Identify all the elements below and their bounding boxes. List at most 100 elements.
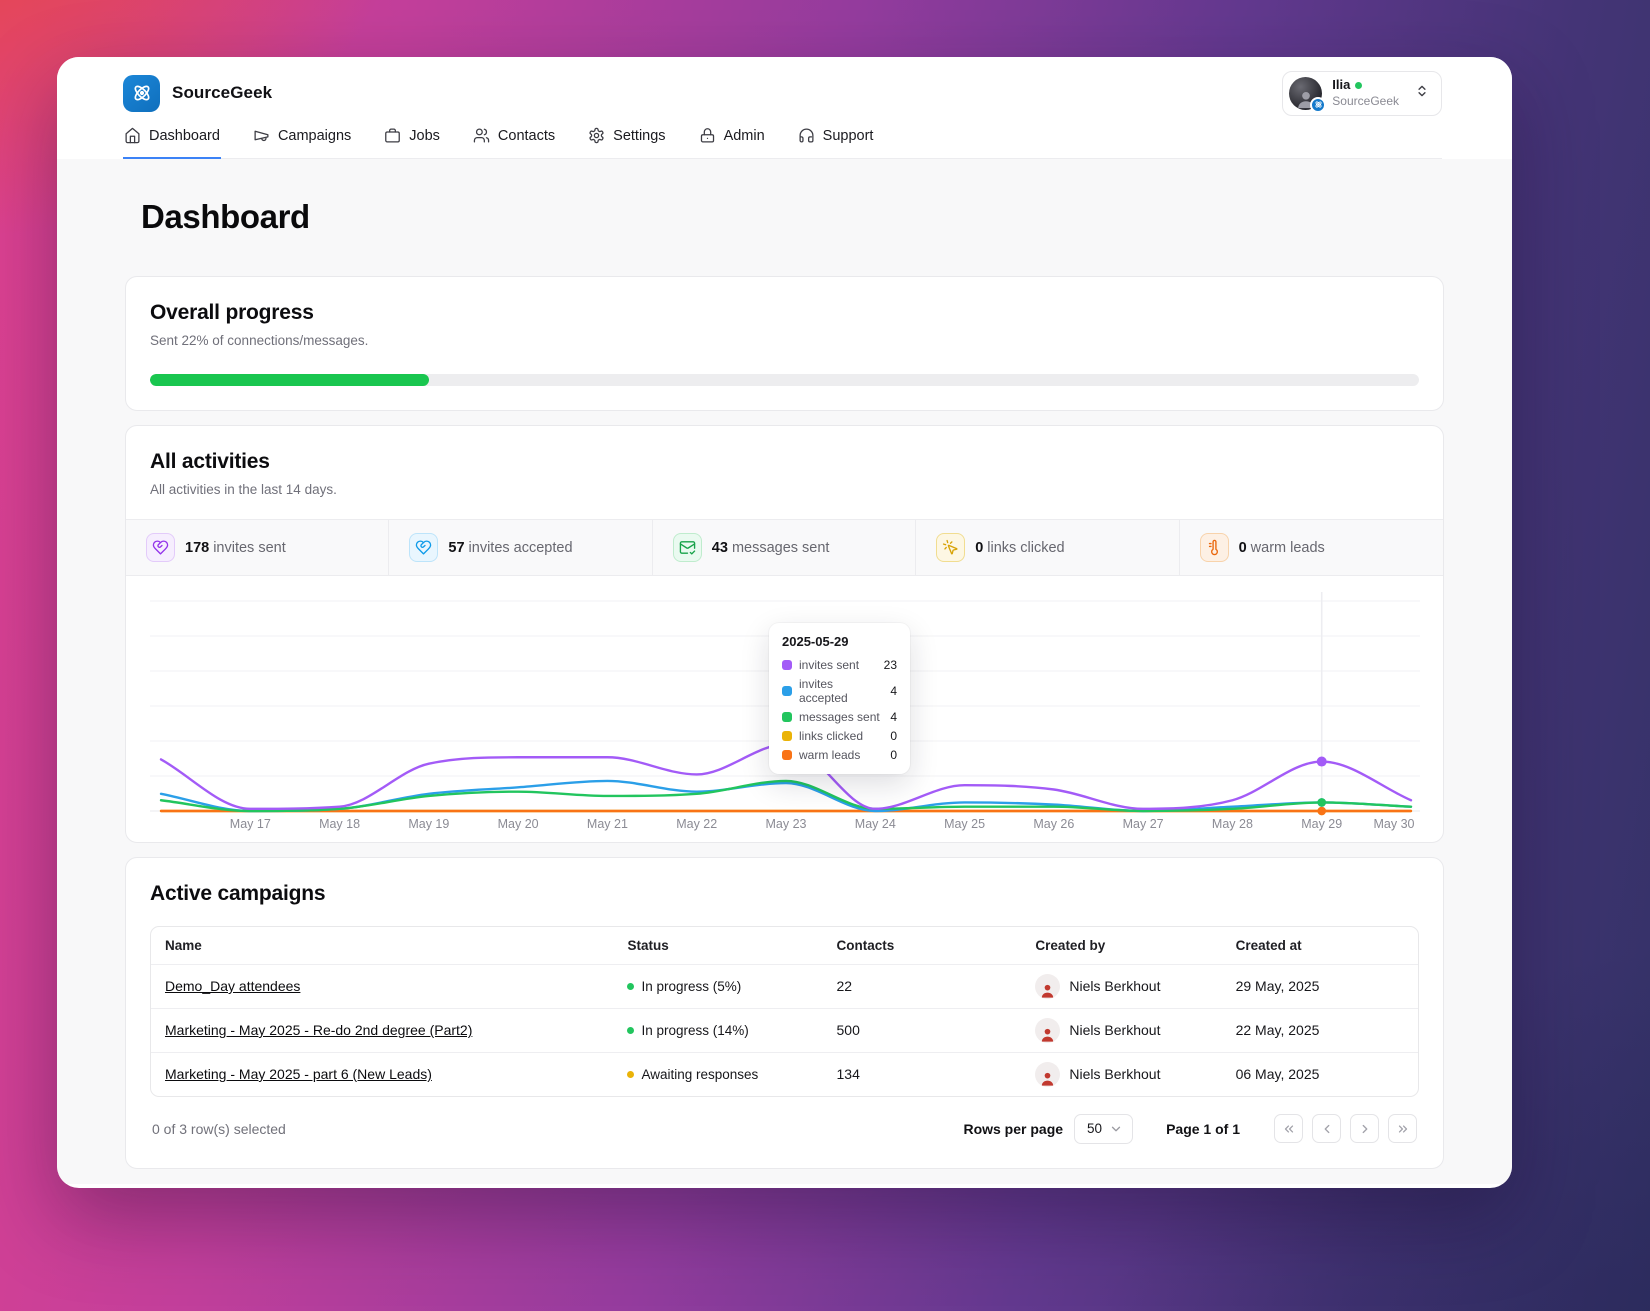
tab-campaigns[interactable]: Campaigns [252, 127, 352, 159]
tab-support[interactable]: Support [797, 127, 875, 159]
active-campaigns-card: Active campaigns Name Status Contacts Cr… [125, 857, 1444, 1169]
tooltip-series-value: 4 [890, 710, 897, 724]
tab-contacts[interactable]: Contacts [472, 127, 556, 159]
series-swatch [782, 731, 792, 741]
series-swatch [782, 686, 792, 696]
table-row[interactable]: Marketing - May 2025 - part 6 (New Leads… [151, 1051, 1418, 1096]
chevrons-up-down-icon [1415, 84, 1429, 103]
status-badge: In progress (14%) [627, 1023, 808, 1038]
tab-dashboard[interactable]: Dashboard [123, 127, 221, 159]
series-swatch [782, 660, 792, 670]
brand-name: SourceGeek [172, 83, 273, 102]
all-activities-card: All activities All activities in the las… [125, 425, 1444, 843]
contacts-count: 134 [822, 1051, 1022, 1096]
stat-warm-leads: 0 warm leads [1180, 520, 1443, 575]
all-activities-title: All activities [150, 450, 270, 473]
page-content: Dashboard Overall progress Sent 22% of c… [57, 159, 1512, 1184]
app-header: SourceGeek Ilia SourceGeek Dashboard Cam… [57, 57, 1512, 159]
user-name: Ilia [1332, 77, 1351, 93]
page-indicator: Page 1 of 1 [1166, 1120, 1240, 1137]
stat-label: invites sent [213, 539, 286, 556]
created-date: 22 May, 2025 [1221, 1007, 1418, 1052]
svg-text:May 21: May 21 [587, 817, 628, 831]
tooltip-series-label: invites sent [799, 658, 860, 672]
status-badge: In progress (5%) [627, 979, 808, 994]
tab-settings[interactable]: Settings [587, 127, 666, 159]
overall-progress-card: Overall progress Sent 22% of connections… [125, 276, 1444, 411]
activity-chart: May 17 May 18 May 19 May 20 May 21 May 22 May … [126, 576, 1443, 842]
tooltip-date: 2025-05-29 [782, 634, 849, 649]
stat-label: links clicked [987, 539, 1065, 556]
tooltip-series-value: 23 [883, 658, 897, 672]
overall-progress-title: Overall progress [150, 301, 314, 324]
col-name: Name [165, 937, 202, 953]
svg-text:May 20: May 20 [498, 817, 539, 831]
cursor-click-icon [936, 533, 966, 562]
series-swatch [782, 750, 792, 760]
heart-handshake-icon [409, 533, 439, 562]
next-page-button[interactable] [1350, 1114, 1379, 1143]
creator-name: Niels Berkhout [1069, 978, 1161, 994]
gear-icon [588, 127, 605, 144]
stat-label: warm leads [1250, 539, 1325, 556]
active-campaigns-title: Active campaigns [150, 882, 326, 905]
campaign-link[interactable]: Marketing - May 2025 - Re-do 2nd degree … [165, 1022, 472, 1038]
overall-progress-subtitle: Sent 22% of connections/messages. [150, 333, 369, 348]
brand: SourceGeek [123, 74, 273, 112]
app-window: SourceGeek Ilia SourceGeek Dashboard Cam… [57, 57, 1512, 1188]
campaign-link[interactable]: Demo_Day attendees [165, 978, 300, 994]
svg-text:May 26: May 26 [1033, 817, 1074, 831]
thermometer-icon [1199, 533, 1229, 562]
svg-text:May 29: May 29 [1301, 817, 1342, 831]
svg-text:May 28: May 28 [1212, 817, 1253, 831]
table-row[interactable]: Demo_Day attendees In progress (5%) 22 N… [151, 963, 1418, 1008]
nav-label: Campaigns [277, 127, 352, 144]
svg-text:May 19: May 19 [408, 817, 449, 831]
last-page-button[interactable] [1388, 1114, 1417, 1143]
briefcase-icon [384, 127, 401, 144]
tooltip-series-label: links clicked [799, 729, 864, 743]
rows-per-page-label: Rows per page [963, 1120, 1064, 1137]
status-badge: Awaiting responses [627, 1067, 808, 1082]
online-status-dot [1355, 82, 1363, 89]
tooltip-series-value: 0 [890, 748, 897, 762]
tooltip-series-value: 4 [890, 684, 897, 698]
created-date: 06 May, 2025 [1221, 1051, 1418, 1096]
user-menu-button[interactable]: Ilia SourceGeek [1282, 70, 1442, 116]
stat-label: invites accepted [468, 539, 573, 556]
campaign-link[interactable]: Marketing - May 2025 - part 6 (New Leads… [165, 1066, 432, 1082]
creator-name: Niels Berkhout [1069, 1022, 1161, 1038]
headset-icon [798, 127, 815, 144]
nav-label: Support [822, 127, 874, 144]
svg-text:May 24: May 24 [855, 817, 896, 831]
first-page-button[interactable] [1274, 1114, 1303, 1143]
heart-handshake-icon [146, 533, 175, 562]
creator-avatar [1035, 973, 1061, 999]
main-nav: Dashboard Campaigns Jobs Contacts Settin… [123, 127, 1442, 159]
creator-avatar [1035, 1061, 1061, 1087]
svg-text:May 18: May 18 [319, 817, 360, 831]
status-dot [627, 1070, 635, 1078]
table-footer: 0 of 3 row(s) selected Rows per page 50 … [150, 1113, 1419, 1144]
sourcegeek-logo-icon [123, 74, 160, 112]
mail-check-icon [672, 533, 702, 562]
created-date: 29 May, 2025 [1221, 963, 1418, 1008]
chevron-down-icon [1109, 1122, 1123, 1136]
svg-text:May 23: May 23 [766, 817, 807, 831]
tab-jobs[interactable]: Jobs [383, 127, 441, 159]
tooltip-series-label: warm leads [799, 748, 861, 762]
stat-value: 178 [185, 539, 210, 556]
all-activities-subtitle: All activities in the last 14 days. [150, 482, 337, 497]
nav-label: Settings [613, 127, 666, 144]
rows-per-page-value: 50 [1087, 1121, 1103, 1136]
prev-page-button[interactable] [1312, 1114, 1341, 1143]
stat-value: 57 [448, 539, 465, 556]
series-swatch [782, 712, 792, 722]
table-row[interactable]: Marketing - May 2025 - Re-do 2nd degree … [151, 1007, 1418, 1052]
rows-per-page-select[interactable]: 50 [1074, 1113, 1134, 1144]
stat-value: 43 [711, 539, 728, 556]
nav-label: Contacts [497, 127, 556, 144]
tab-admin[interactable]: Admin [698, 127, 766, 159]
stat-value: 0 [975, 539, 984, 556]
activity-stats-row: 178 invites sent 57 invites accepted 43 mes… [126, 519, 1443, 576]
